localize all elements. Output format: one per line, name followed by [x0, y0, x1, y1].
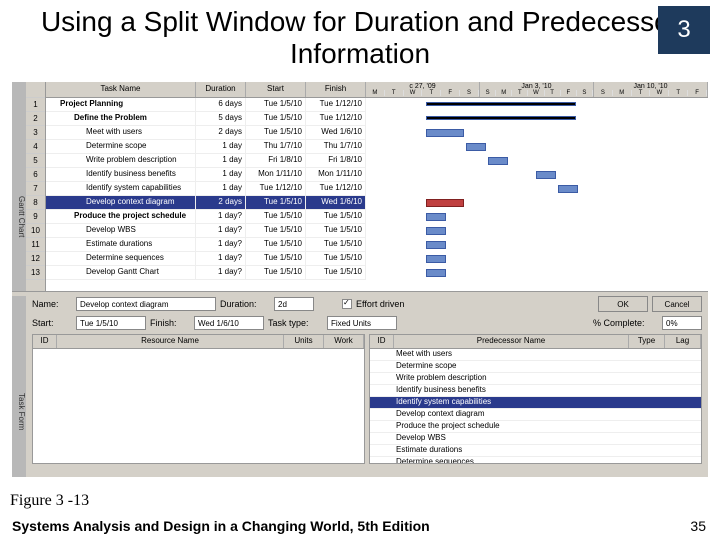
gantt-bar [426, 213, 446, 221]
gantt-bar [426, 116, 576, 120]
gantt-pane[interactable]: Gantt Chart 12345678910111213 Task Name … [12, 82, 708, 292]
msproject-window: Gantt Chart 12345678910111213 Task Name … [12, 82, 708, 477]
label-pct: % Complete: [593, 318, 658, 328]
task-row[interactable]: Estimate durations1 day?Tue 1/5/10Tue 1/… [46, 238, 366, 252]
task-table[interactable]: Task Name Duration Start Finish Project … [46, 82, 366, 291]
col-task-name[interactable]: Task Name [46, 82, 196, 97]
task-name-input[interactable] [76, 297, 216, 311]
task-form-pane[interactable]: Task Form Name: Duration: Effort driven … [12, 292, 708, 477]
resource-table[interactable]: ID Resource Name Units Work [32, 334, 365, 464]
gantt-bar [426, 102, 576, 106]
col-finish[interactable]: Finish [306, 82, 366, 97]
chapter-badge: 3 [658, 6, 710, 54]
gantt-chart[interactable]: c 27, '09MTWTFS Jan 3, '10SMTWTFS Jan 10… [366, 82, 708, 291]
task-row[interactable]: Project Planning6 daysTue 1/5/10Tue 1/12… [46, 98, 366, 112]
task-row[interactable]: Define the Problem5 daysTue 1/5/10Tue 1/… [46, 112, 366, 126]
predecessor-table[interactable]: ID Predecessor Name Type Lag Meet with u… [369, 334, 702, 464]
gantt-bar [426, 255, 446, 263]
gantt-bar [426, 241, 446, 249]
label-tasktype: Task type: [268, 318, 323, 328]
predecessor-row[interactable]: Determine scope [370, 361, 701, 373]
label-duration: Duration: [220, 299, 270, 309]
label-name: Name: [32, 299, 72, 309]
slide-title: Using a Split Window for Duration and Pr… [0, 0, 720, 72]
task-row[interactable]: Identify system capabilities1 dayTue 1/1… [46, 182, 366, 196]
task-row[interactable]: Determine sequences1 day?Tue 1/5/10Tue 1… [46, 252, 366, 266]
col-res-work[interactable]: Work [324, 335, 364, 348]
gantt-bar [536, 171, 556, 179]
col-res-name[interactable]: Resource Name [57, 335, 284, 348]
predecessor-row[interactable]: Identify system capabilities [370, 397, 701, 409]
predecessor-row[interactable]: Develop context diagram [370, 409, 701, 421]
col-start[interactable]: Start [246, 82, 306, 97]
pct-complete-input[interactable] [662, 316, 702, 330]
bottom-sidebar-label: Task Form [12, 296, 26, 477]
task-row[interactable]: Develop WBS1 day?Tue 1/5/10Tue 1/5/10 [46, 224, 366, 238]
task-duration-input[interactable] [274, 297, 314, 311]
task-row[interactable]: Write problem description1 dayFri 1/8/10… [46, 154, 366, 168]
gantt-bar [426, 269, 446, 277]
col-pred-name[interactable]: Predecessor Name [394, 335, 629, 348]
row-header-column: 12345678910111213 [26, 82, 46, 291]
page-number: 35 [690, 518, 706, 534]
cancel-button[interactable]: Cancel [652, 296, 702, 312]
slide-footer: Systems Analysis and Design in a Changin… [12, 518, 430, 534]
predecessor-row[interactable]: Meet with users [370, 349, 701, 361]
gantt-bar-selected [426, 199, 464, 207]
task-row[interactable]: Develop Gantt Chart1 day?Tue 1/5/10Tue 1… [46, 266, 366, 280]
predecessor-row[interactable]: Estimate durations [370, 445, 701, 457]
label-start: Start: [32, 318, 72, 328]
col-duration[interactable]: Duration [196, 82, 246, 97]
predecessor-row[interactable]: Produce the project schedule [370, 421, 701, 433]
task-row[interactable]: Identify business benefits1 dayMon 1/11/… [46, 168, 366, 182]
task-row[interactable]: Produce the project schedule1 day?Tue 1/… [46, 210, 366, 224]
predecessor-row[interactable]: Write problem description [370, 373, 701, 385]
col-res-id[interactable]: ID [33, 335, 57, 348]
col-pred-id[interactable]: ID [370, 335, 394, 348]
task-type-select[interactable] [327, 316, 397, 330]
gantt-bars-area [366, 98, 708, 292]
gantt-bar [558, 185, 578, 193]
col-pred-lag[interactable]: Lag [665, 335, 701, 348]
figure-label: Figure 3 -13 [10, 492, 89, 510]
gantt-bar [426, 227, 446, 235]
label-finish: Finish: [150, 318, 190, 328]
ok-button[interactable]: OK [598, 296, 648, 312]
gantt-bar [426, 129, 464, 137]
task-row[interactable]: Determine scope1 dayThu 1/7/10Thu 1/7/10 [46, 140, 366, 154]
task-start-input[interactable] [76, 316, 146, 330]
top-sidebar-label: Gantt Chart [12, 82, 26, 291]
predecessor-row[interactable]: Determine sequences [370, 457, 701, 463]
gantt-timescale: c 27, '09MTWTFS Jan 3, '10SMTWTFS Jan 10… [366, 82, 708, 98]
col-pred-type[interactable]: Type [629, 335, 665, 348]
task-row[interactable]: Develop context diagram2 daysTue 1/5/10W… [46, 196, 366, 210]
task-finish-input[interactable] [194, 316, 264, 330]
col-res-units[interactable]: Units [284, 335, 324, 348]
effort-driven-checkbox[interactable] [342, 299, 352, 309]
task-table-header: Task Name Duration Start Finish [46, 82, 366, 98]
label-effort-driven: Effort driven [356, 299, 404, 309]
gantt-bar [488, 157, 508, 165]
predecessor-row[interactable]: Develop WBS [370, 433, 701, 445]
gantt-bar [466, 143, 486, 151]
task-row[interactable]: Meet with users2 daysTue 1/5/10Wed 1/6/1… [46, 126, 366, 140]
predecessor-row[interactable]: Identify business benefits [370, 385, 701, 397]
